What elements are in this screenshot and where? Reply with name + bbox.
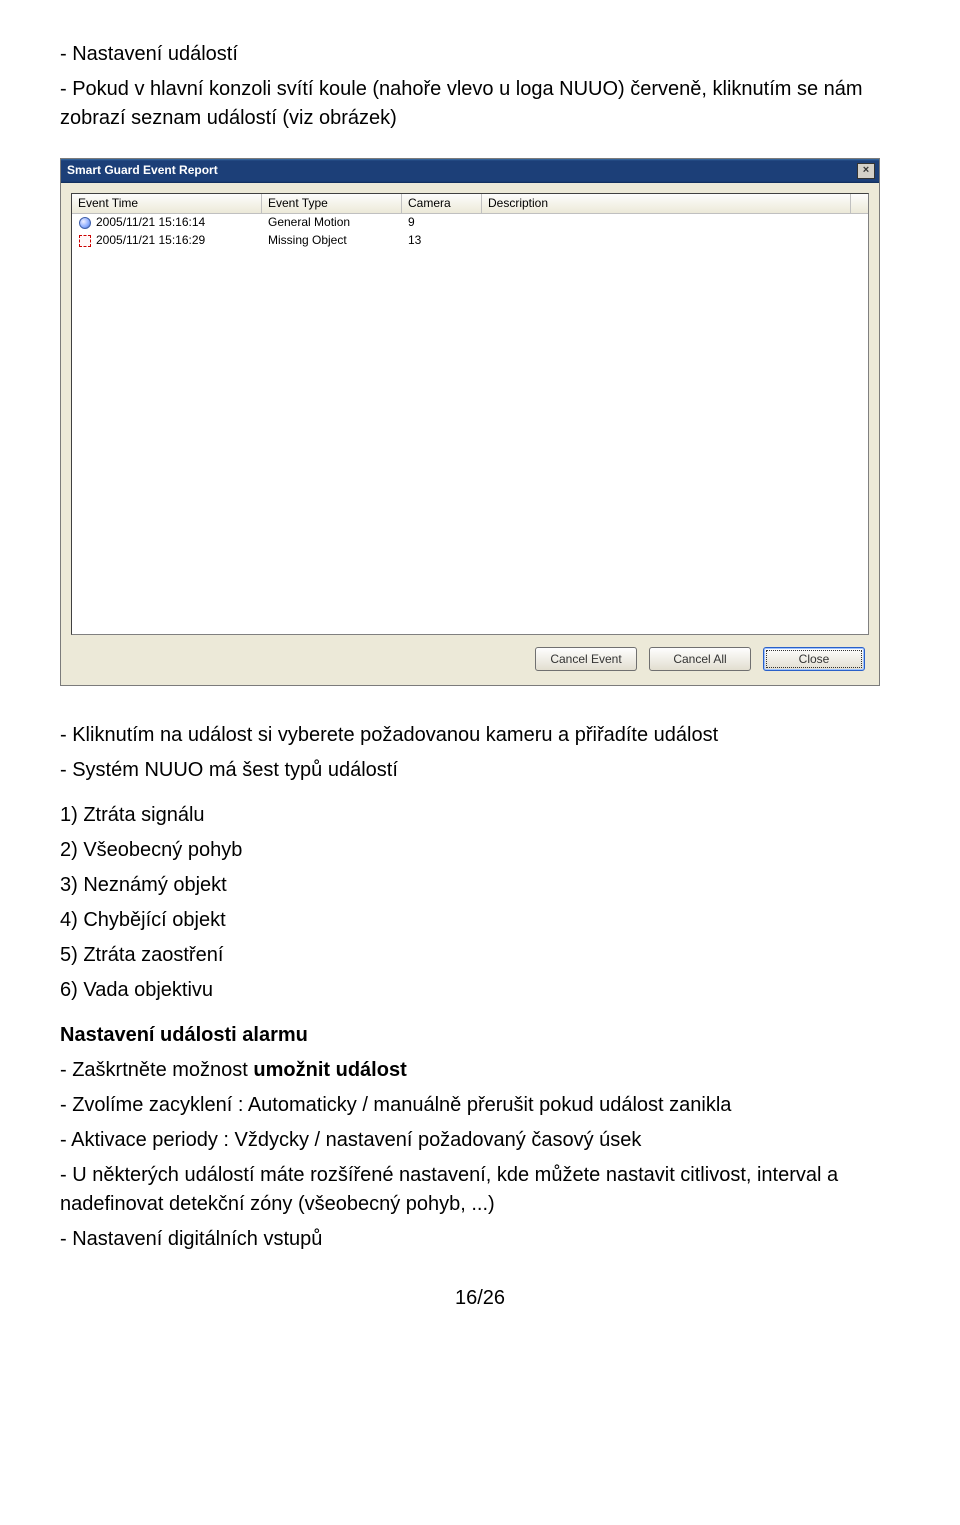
list-item: 2) Všeobecný pohyb [60,836,900,865]
cancel-event-button[interactable]: Cancel Event [535,647,637,671]
cell-time: 2005/11/21 15:16:14 [96,214,205,231]
after-p2: - Systém NUUO má šest typů událostí [60,756,900,785]
cell-time: 2005/11/21 15:16:29 [96,232,205,249]
bullet-enable-prefix: - Zaškrtněte možnost [60,1059,253,1081]
motion-icon [78,216,92,230]
cell-camera: 9 [402,214,482,231]
window-title: Smart Guard Event Report [67,162,218,179]
cancel-all-button[interactable]: Cancel All [649,647,751,671]
missing-object-icon [78,234,92,248]
cell-type: General Motion [262,214,402,231]
cell-type: Missing Object [262,232,402,249]
list-rows: 2005/11/21 15:16:14 General Motion 9 200… [72,214,868,634]
page-number: 16/26 [60,1284,900,1313]
table-row[interactable]: 2005/11/21 15:16:29 Missing Object 13 [72,232,868,250]
col-event-time[interactable]: Event Time [72,194,262,213]
list-item: 4) Chybějící objekt [60,906,900,935]
window-body: Event Time Event Type Camera Description… [61,183,879,685]
cell-camera: 13 [402,232,482,249]
bullet-enable-bold: umožnit událost [253,1059,406,1081]
intro-line1: - Nastavení událostí [60,40,900,69]
list-item: 3) Neznámý objekt [60,871,900,900]
list-item: 1) Ztráta signálu [60,801,900,830]
bullet-advanced: - U některých událostí máte rozšířené na… [60,1161,900,1219]
event-report-window: Smart Guard Event Report × Event Time Ev… [60,158,880,686]
table-row[interactable]: 2005/11/21 15:16:14 General Motion 9 [72,214,868,232]
button-row: Cancel Event Cancel All Close [71,635,869,675]
col-camera[interactable]: Camera [402,194,482,213]
close-button[interactable]: Close [763,647,865,671]
alarm-heading: Nastavení události alarmu [60,1021,900,1050]
event-list: Event Time Event Type Camera Description… [71,193,869,635]
bullet-digital: - Nastavení digitálních vstupů [60,1225,900,1254]
intro-line2: - Pokud v hlavní konzoli svítí koule (na… [60,75,900,133]
col-spacer [850,194,868,213]
bullet-loop: - Zvolíme zacyklení : Automaticky / manu… [60,1091,900,1120]
bullet-period: - Aktivace periody : Vždycky / nastavení… [60,1126,900,1155]
list-header: Event Time Event Type Camera Description [72,194,868,214]
after-p1: - Kliknutím na událost si vyberete požad… [60,721,900,750]
close-icon[interactable]: × [857,163,875,179]
bullet-enable: - Zaškrtněte možnost umožnit událost [60,1056,900,1085]
col-description[interactable]: Description [482,194,850,213]
col-event-type[interactable]: Event Type [262,194,402,213]
list-item: 5) Ztráta zaostření [60,941,900,970]
list-item: 6) Vada objektivu [60,976,900,1005]
titlebar[interactable]: Smart Guard Event Report × [61,159,879,183]
